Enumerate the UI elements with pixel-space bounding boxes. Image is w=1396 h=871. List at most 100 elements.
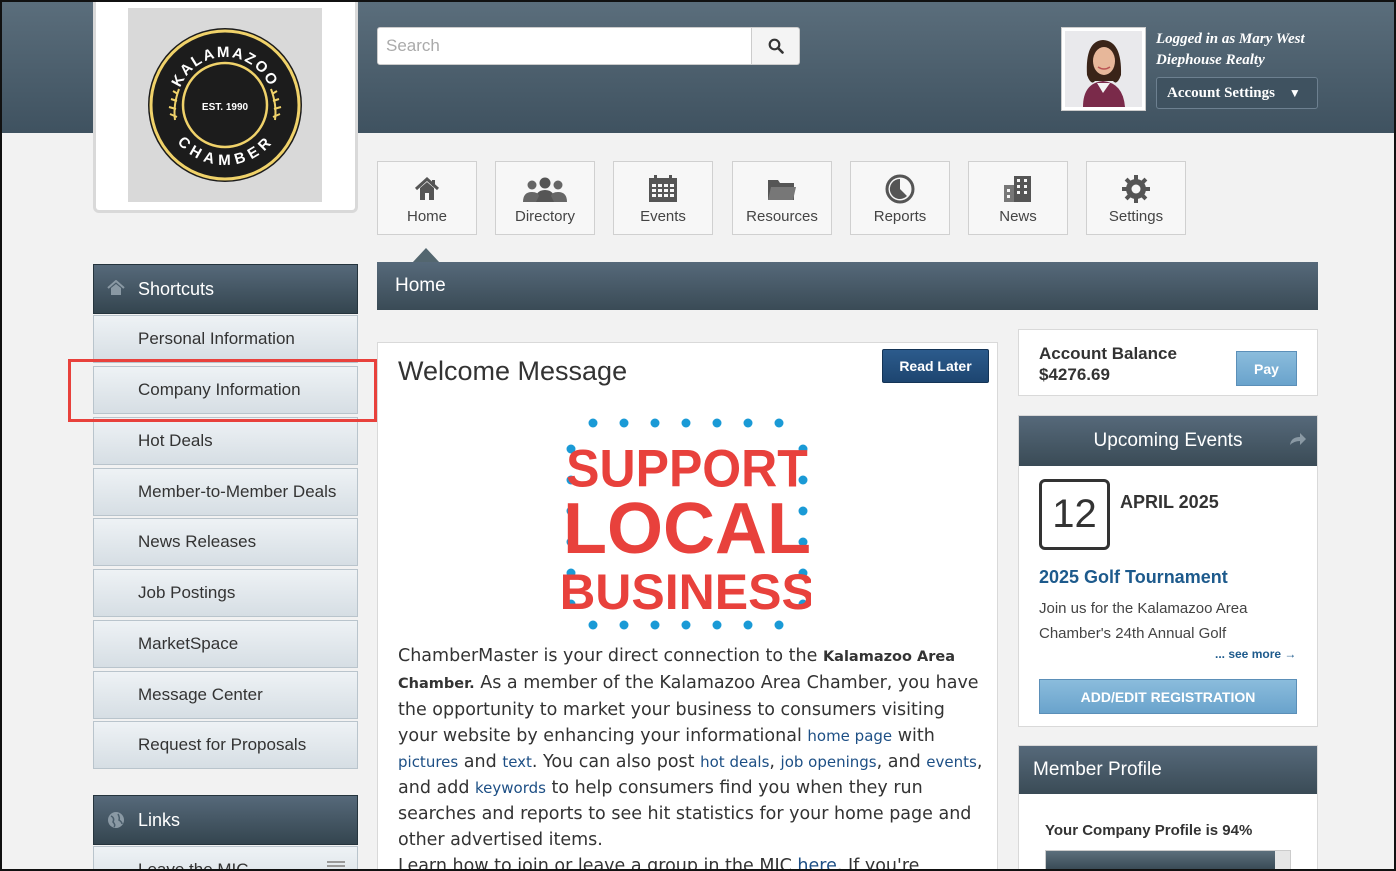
events-link[interactable]: events (926, 753, 977, 771)
drag-handle-icon[interactable] (327, 861, 345, 867)
nav-events-label: Events (640, 208, 686, 225)
links-title: Links (138, 809, 181, 830)
welcome-text-1: ChamberMaster is your direct connection … (398, 646, 818, 666)
event-description: Join us for the Kalamazoo Area Chamber's… (1039, 600, 1248, 642)
upcoming-events-panel: Upcoming Events 12 APRIL 2025 2025 Golf … (1018, 415, 1318, 727)
shortcut-label: Personal Information (138, 329, 295, 348)
welcome-text-4: Learn how to join or leave a group in th… (398, 856, 792, 871)
welcome-text-and2: , and (876, 752, 921, 772)
account-balance-panel: Account Balance $4276.69 Pay (1018, 329, 1318, 396)
breadcrumb-bar: Home (377, 262, 1318, 310)
shortcut-job-postings[interactable]: Job Postings (93, 569, 358, 617)
nav-resources[interactable]: Resources (732, 161, 832, 235)
add-edit-registration-button[interactable]: ADD/EDIT REGISTRATION (1039, 679, 1297, 714)
globe-icon (108, 812, 124, 828)
support-local-business-image: SUPPORT LOCAL BUSINESS (563, 411, 811, 633)
shortcut-label: Member-to-Member Deals (138, 482, 337, 501)
calendar-icon (649, 175, 677, 202)
link-leave-the-mic[interactable]: Leave the MIC (93, 846, 358, 871)
pictures-link[interactable]: pictures (398, 753, 458, 771)
search-input[interactable] (377, 27, 752, 65)
caret-down-icon: ▼ (1288, 85, 1301, 100)
shortcut-label: News Releases (138, 532, 257, 551)
folder-icon (768, 180, 796, 200)
shortcuts-header: Shortcuts (93, 264, 358, 314)
read-later-button[interactable]: Read Later (882, 349, 989, 383)
nav-directory[interactable]: Directory (495, 161, 595, 235)
welcome-text-with: with (897, 726, 935, 746)
home-page-link[interactable]: home page (807, 727, 892, 745)
nav-news[interactable]: News (968, 161, 1068, 235)
nav-home-label: Home (406, 208, 447, 225)
chamber-seal-logo: KALAMAZOO CHAMBER EST. 1990 (148, 28, 302, 182)
page-title: Home (395, 275, 446, 296)
nav-settings[interactable]: Settings (1086, 161, 1186, 235)
member-profile-title: Member Profile (1033, 759, 1162, 780)
account-settings-label: Account Settings (1167, 84, 1275, 101)
welcome-text-and: and (463, 752, 497, 772)
nav-directory-label: Directory (514, 208, 575, 225)
nav-settings-label: Settings (1108, 208, 1164, 225)
keywords-link[interactable]: keywords (475, 779, 546, 797)
shortcut-message-center[interactable]: Message Center (93, 671, 358, 719)
company-name: Diephouse Realty (1156, 52, 1265, 68)
avatar-photo (1065, 31, 1142, 107)
shortcut-member-to-member-deals[interactable]: Member-to-Member Deals (93, 468, 358, 516)
home-icon (414, 176, 440, 200)
welcome-text-2: As a member of the Kalamazoo Area Chambe… (398, 673, 979, 746)
shortcut-request-for-proposals[interactable]: Request for Proposals (93, 721, 358, 769)
profile-completion-text: Your Company Profile is 94% (1045, 822, 1253, 839)
job-openings-link[interactable]: job openings (781, 753, 877, 771)
links-header: Links (93, 795, 358, 845)
account-settings-dropdown[interactable]: Account Settings ▼ (1156, 77, 1318, 109)
welcome-title: Welcome Message (398, 356, 628, 386)
pay-button[interactable]: Pay (1236, 351, 1297, 386)
chamber-logo[interactable]: KALAMAZOO CHAMBER EST. 1990 (93, 0, 358, 213)
shortcut-company-information[interactable]: Company Information (93, 366, 358, 414)
user-avatar[interactable] (1061, 27, 1146, 111)
logged-in-label: Logged in as Mary West (1156, 31, 1305, 47)
here-link[interactable]: here (797, 856, 836, 871)
event-date-month: APRIL 2025 (1120, 492, 1219, 512)
nav-reports[interactable]: Reports (850, 161, 950, 235)
shortcut-hot-deals[interactable]: Hot Deals (93, 417, 358, 465)
shortcut-label: Job Postings (138, 583, 236, 602)
shortcut-label: Company Information (138, 380, 301, 399)
nav-events[interactable]: Events (613, 161, 713, 235)
nav-reports-label: Reports (873, 208, 927, 225)
building-icon (1004, 176, 1031, 202)
user-info: Logged in as Mary West Diephouse Realty (1156, 31, 1305, 73)
event-title-link[interactable]: 2025 Golf Tournament (1039, 567, 1228, 588)
active-nav-pointer (412, 248, 440, 263)
nav-news-label: News (999, 208, 1037, 225)
welcome-body: ChamberMaster is your direct connection … (398, 643, 983, 871)
shortcut-label: Request for Proposals (138, 735, 307, 754)
shortcut-label: Hot Deals (138, 431, 213, 450)
event-date-day: 12 (1039, 479, 1110, 550)
welcome-message-panel: Welcome Message Read Later SUPPORT LOCAL… (377, 342, 998, 871)
shortcut-news-releases[interactable]: News Releases (93, 518, 358, 566)
upcoming-events-header: Upcoming Events (1019, 416, 1317, 466)
share-arrow-icon[interactable] (1289, 432, 1307, 446)
shortcut-personal-information[interactable]: Personal Information (93, 315, 358, 363)
shortcut-label: Message Center (138, 685, 263, 704)
nav-home[interactable]: Home (377, 161, 477, 235)
shortcut-label: MarketSpace (138, 634, 239, 653)
logo-established: EST. 1990 (202, 102, 249, 113)
member-profile-header: Member Profile (1019, 746, 1317, 794)
welcome-text-5: . If you're (836, 856, 920, 871)
shortcuts-title: Shortcuts (138, 278, 215, 299)
nav-resources-label: Resources (746, 208, 818, 225)
shortcut-marketspace[interactable]: MarketSpace (93, 620, 358, 668)
see-more-link[interactable]: ... see more → (1215, 647, 1296, 661)
account-balance-label: Account Balance (1039, 344, 1177, 363)
upcoming-events-title: Upcoming Events (1093, 430, 1243, 451)
search-button[interactable] (752, 27, 800, 65)
hot-deals-link[interactable]: hot deals (700, 753, 769, 771)
profile-progress-bar (1045, 850, 1291, 870)
text-link[interactable]: text (502, 753, 532, 771)
people-icon (523, 177, 567, 202)
welcome-text-post: . You can also post (531, 752, 695, 772)
member-profile-panel: Member Profile Your Company Profile is 9… (1018, 745, 1318, 871)
link-label: Leave the MIC (138, 860, 249, 871)
